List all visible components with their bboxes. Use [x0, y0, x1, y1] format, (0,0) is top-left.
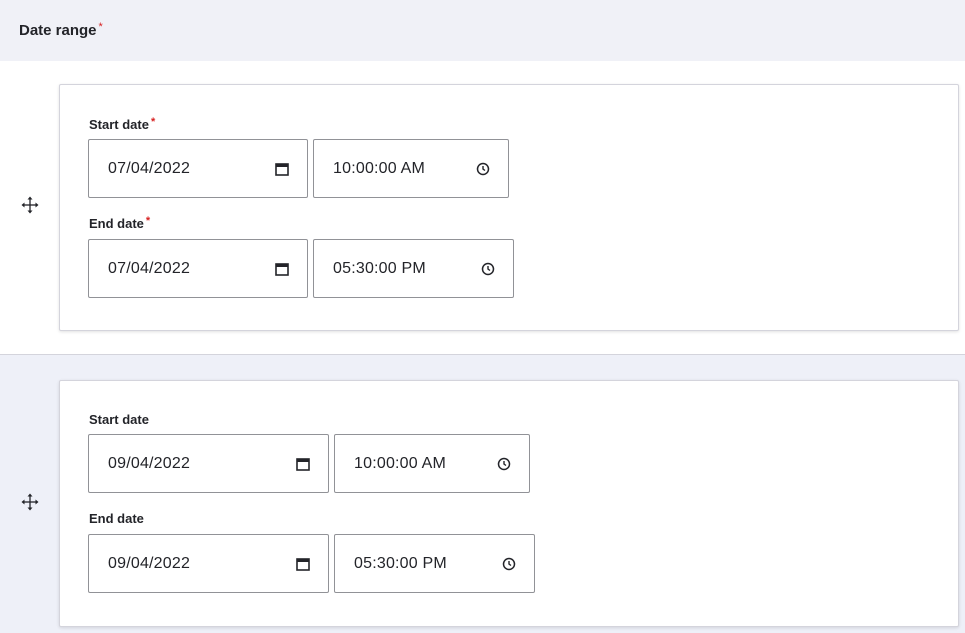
start-time-input[interactable]: 10:00:00 AM [334, 434, 530, 493]
start-date-label-text: Start date [89, 412, 149, 427]
end-date-label-text: End date [89, 511, 144, 526]
date-range-header: Date range * [0, 0, 965, 61]
required-marker: * [145, 215, 151, 227]
end-time-input[interactable]: 05:30:00 PM [334, 534, 535, 593]
end-date-label-text: End date [89, 216, 144, 231]
clock-icon[interactable] [500, 555, 518, 573]
start-time-value: 10:00:00 AM [354, 454, 447, 472]
move-icon[interactable] [20, 492, 40, 512]
clock-icon[interactable] [495, 455, 513, 473]
start-time-value: 10:00:00 AM [333, 159, 426, 177]
end-time-input[interactable]: 05:30:00 PM [313, 239, 514, 298]
end-date-input[interactable]: 07/04/2022 [88, 239, 308, 298]
calendar-icon[interactable] [294, 455, 312, 473]
move-icon[interactable] [20, 195, 40, 215]
end-time-value: 05:30:00 PM [354, 554, 447, 572]
start-date-label: Start date * [89, 116, 156, 132]
start-date-label: Start date [89, 412, 149, 427]
field-title: Date range [19, 22, 97, 39]
start-date-label-text: Start date [89, 117, 149, 132]
calendar-icon[interactable] [294, 555, 312, 573]
required-marker: * [150, 116, 156, 128]
end-date-label: End date [89, 511, 144, 526]
start-date-value: 07/04/2022 [108, 159, 191, 177]
start-date-input[interactable]: 09/04/2022 [88, 434, 329, 493]
date-range-item: Start date * 07/04/2022 10:00:00 AM End d… [59, 84, 959, 331]
end-date-value: 07/04/2022 [108, 259, 191, 277]
end-date-label: End date * [89, 215, 151, 231]
required-marker: * [98, 20, 103, 33]
date-range-row-2: Start date 09/04/2022 10:00:00 AM End da… [0, 355, 965, 633]
end-date-input[interactable]: 09/04/2022 [88, 534, 329, 593]
end-date-value: 09/04/2022 [108, 554, 191, 572]
start-date-value: 09/04/2022 [108, 454, 191, 472]
start-time-input[interactable]: 10:00:00 AM [313, 139, 509, 198]
clock-icon[interactable] [479, 260, 497, 278]
start-date-input[interactable]: 07/04/2022 [88, 139, 308, 198]
calendar-icon[interactable] [273, 260, 291, 278]
calendar-icon[interactable] [273, 160, 291, 178]
date-range-item: Start date 09/04/2022 10:00:00 AM End da… [59, 380, 959, 627]
clock-icon[interactable] [474, 160, 492, 178]
end-time-value: 05:30:00 PM [333, 259, 426, 277]
date-range-row-1: Start date * 07/04/2022 10:00:00 AM End d… [0, 61, 965, 355]
